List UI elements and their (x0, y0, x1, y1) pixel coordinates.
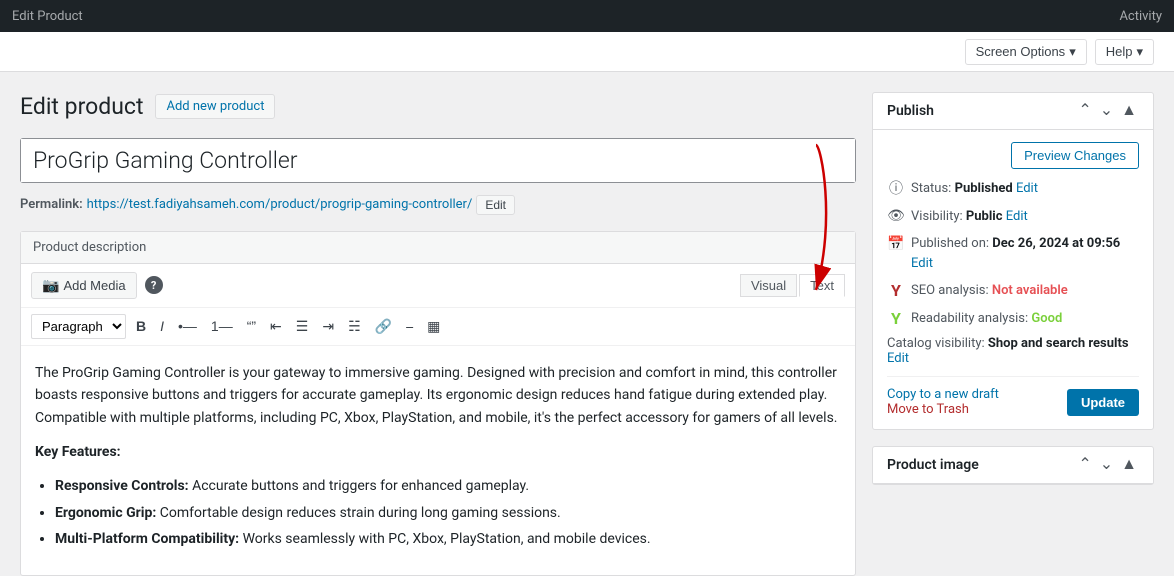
product-image-collapse-up[interactable]: ⌃ (1076, 457, 1093, 473)
status-text: Status: Published Edit (911, 179, 1038, 199)
update-button[interactable]: Update (1067, 389, 1139, 416)
editor-toolbar-row1: 📷 Add Media ? Visual Text (21, 264, 855, 308)
move-trash-link[interactable]: Move to Trash (887, 402, 969, 417)
catalog-visibility-row: Catalog visibility: Shop and search resu… (887, 336, 1139, 366)
page-content: Edit product Add new product Permalink: … (0, 72, 1174, 576)
visibility-edit-link[interactable]: Edit (1006, 209, 1028, 224)
publish-box-body: Preview Changes ⓘ Status: Published Edit… (873, 130, 1153, 429)
status-row: ⓘ Status: Published Edit (887, 179, 1139, 199)
link-button[interactable]: 🔗 (371, 317, 396, 335)
help-icon[interactable]: ? (145, 276, 163, 294)
add-new-product-button[interactable]: Add new product (155, 94, 275, 119)
paragraph-select[interactable]: Paragraph (31, 314, 126, 339)
permalink-edit-button[interactable]: Edit (476, 195, 515, 215)
catalog-visibility-label: Catalog visibility: Shop and search resu… (887, 336, 1129, 351)
key-features-heading: Key Features: (35, 441, 841, 463)
page-heading: Edit product Add new product (20, 92, 856, 122)
calendar-icon: 📅 (887, 235, 905, 253)
top-bar: Screen Options ▾ Help ▾ (0, 32, 1174, 72)
bold-button[interactable]: B (132, 317, 150, 335)
product-title-wrap (20, 138, 856, 183)
sidebar-column: Publish ⌃ ⌄ ▲ Preview Changes ⓘ Status: … (872, 92, 1154, 576)
seo-text: SEO analysis: Not available (911, 281, 1068, 301)
published-on-row: 📅 Published on: Dec 26, 2024 at 09:56Edi… (887, 234, 1139, 273)
unordered-list-button[interactable]: •— (174, 317, 201, 335)
visibility-icon: 👁 (887, 208, 905, 226)
published-on-edit-link[interactable]: Edit (911, 256, 933, 271)
product-image-box: Product image ⌃ ⌄ ▲ (872, 446, 1154, 485)
add-media-button[interactable]: 📷 Add Media (31, 272, 137, 299)
list-item: Responsive Controls: Accurate buttons an… (55, 475, 841, 497)
screen-options-button[interactable]: Screen Options ▾ (965, 39, 1087, 65)
blockquote-button[interactable]: “” (243, 317, 260, 335)
main-column: Edit product Add new product Permalink: … (20, 92, 856, 576)
catalog-edit-link[interactable]: Edit (887, 351, 1139, 366)
readability-text: Readability analysis: Good (911, 309, 1062, 329)
permalink-row: Permalink: https://test.fadiyahsameh.com… (20, 195, 856, 215)
visual-text-tabs: Visual Text (740, 274, 845, 297)
text-tab-button[interactable]: Text (799, 274, 845, 297)
status-edit-link[interactable]: Edit (1016, 181, 1038, 196)
publish-box-header: Publish ⌃ ⌄ ▲ (873, 93, 1153, 130)
permalink-url[interactable]: https://test.fadiyahsameh.com/product/pr… (87, 197, 473, 212)
published-on-text: Published on: Dec 26, 2024 at 09:56Edit (911, 234, 1120, 273)
publish-title: Publish (887, 103, 934, 119)
expand-button[interactable]: ▲ (1119, 103, 1139, 119)
product-image-collapse-down[interactable]: ⌄ (1098, 457, 1115, 473)
admin-bar-title: Edit Product (12, 9, 83, 24)
status-icon: ⓘ (887, 180, 905, 198)
product-image-header-controls: ⌃ ⌄ ▲ (1076, 457, 1139, 473)
ordered-list-button[interactable]: 1— (207, 317, 237, 335)
activity-link[interactable]: Activity (1119, 9, 1162, 24)
product-image-header: Product image ⌃ ⌄ ▲ (873, 447, 1153, 484)
readability-row: Y Readability analysis: Good (887, 309, 1139, 329)
collapse-up-button[interactable]: ⌃ (1076, 103, 1093, 119)
visibility-text: Visibility: Public Edit (911, 207, 1028, 227)
copy-draft-link[interactable]: Copy to a new draft (887, 387, 999, 402)
seo-row: Y SEO analysis: Not available (887, 281, 1139, 301)
product-image-expand[interactable]: ▲ (1119, 457, 1139, 473)
readability-icon: Y (887, 310, 905, 328)
horizontal-rule-button[interactable]: ⎯ (402, 317, 417, 335)
image-icon: 📷 (42, 277, 59, 294)
preview-changes-button[interactable]: Preview Changes (1011, 142, 1139, 169)
admin-bar: Edit Product Activity (0, 0, 1174, 32)
editor-paragraph: The ProGrip Gaming Controller is your ga… (35, 362, 841, 429)
visibility-row: 👁 Visibility: Public Edit (887, 207, 1139, 227)
product-title-input[interactable] (21, 139, 855, 182)
editor-content[interactable]: The ProGrip Gaming Controller is your ga… (21, 346, 855, 575)
align-center-button[interactable]: ☰ (292, 317, 313, 335)
align-left-button[interactable]: ⇤ (266, 317, 286, 335)
chevron-down-icon: ▾ (1069, 44, 1076, 60)
editor-section-label: Product description (21, 232, 855, 264)
permalink-label: Permalink: (20, 197, 83, 212)
product-image-title: Product image (887, 457, 979, 473)
list-item: Multi-Platform Compatibility: Works seam… (55, 528, 841, 550)
table-button[interactable]: ▦ (423, 317, 444, 335)
preview-changes-wrap: Preview Changes (887, 142, 1139, 169)
visual-tab-button[interactable]: Visual (740, 274, 797, 297)
align-justify-button[interactable]: ☵ (344, 317, 365, 335)
editor-box: Product description 📷 Add Media ? Visual… (20, 231, 856, 576)
seo-icon: Y (887, 282, 905, 300)
italic-button[interactable]: I (156, 317, 168, 335)
collapse-down-button[interactable]: ⌄ (1098, 103, 1115, 119)
align-right-button[interactable]: ⇥ (318, 317, 338, 335)
publish-header-controls: ⌃ ⌄ ▲ (1076, 103, 1139, 119)
list-item: Ergonomic Grip: Comfortable design reduc… (55, 502, 841, 524)
format-toolbar: Paragraph B I •— 1— “” ⇤ ☰ ⇥ ☵ 🔗 ⎯ ▦ (21, 308, 855, 346)
page-title: Edit product (20, 92, 143, 122)
help-button[interactable]: Help ▾ (1095, 39, 1154, 65)
publish-actions: Copy to a new draft Move to Trash Update (887, 376, 1139, 417)
publish-box: Publish ⌃ ⌄ ▲ Preview Changes ⓘ Status: … (872, 92, 1154, 430)
features-list: Responsive Controls: Accurate buttons an… (55, 475, 841, 550)
chevron-down-icon: ▾ (1136, 44, 1143, 60)
left-actions: Copy to a new draft Move to Trash (887, 387, 999, 417)
